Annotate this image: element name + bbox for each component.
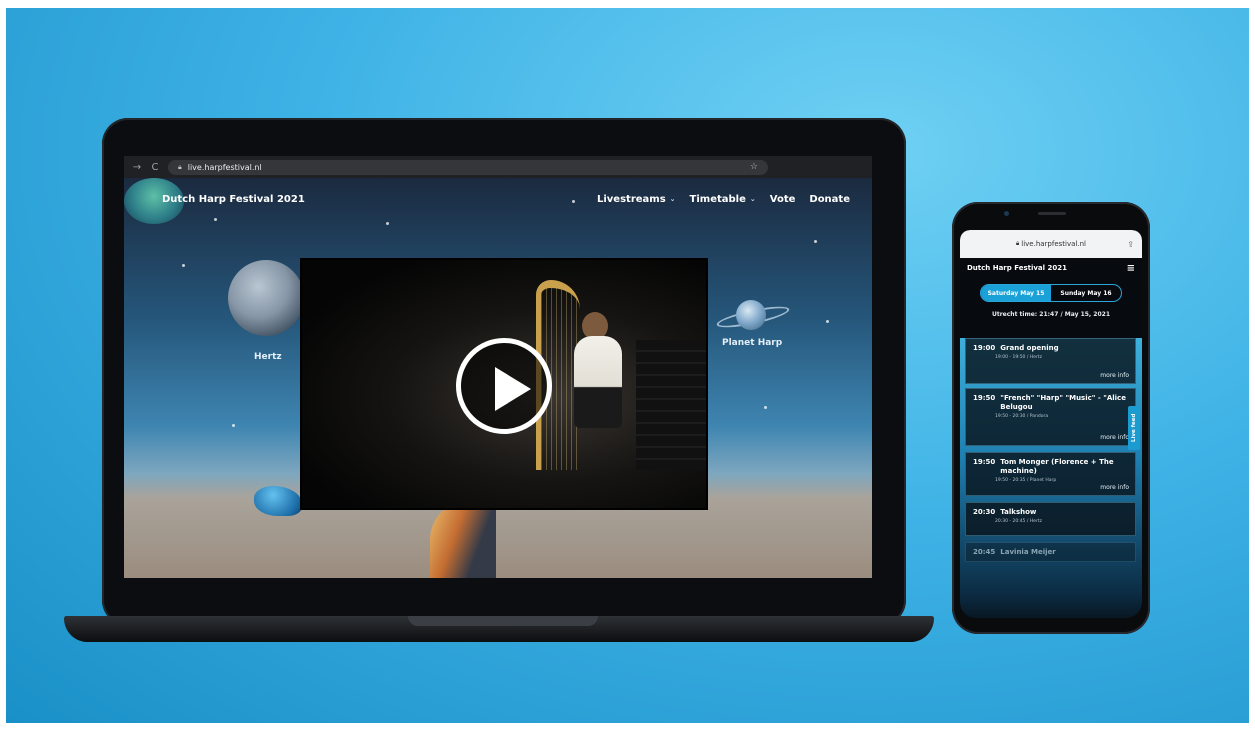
event-title: Lavinia Meijer — [1000, 548, 1056, 556]
menu-donate[interactable]: Donate — [809, 194, 850, 205]
lock-icon: 🔒︎ — [178, 162, 182, 171]
list-item[interactable]: 19:50 Tom Monger (Florence + The machine)… — [965, 452, 1136, 496]
star-dot — [826, 320, 829, 323]
day-toggle: Saturday May 15 Sunday May 16 — [980, 284, 1122, 302]
event-time: 20:45 — [973, 548, 996, 556]
laptop-notch — [408, 616, 598, 626]
harp-sculpture — [430, 500, 496, 578]
address-bar-url: live.harpfestival.nl — [187, 162, 262, 172]
chevron-down-icon: ⌄ — [669, 195, 676, 203]
star-dot — [214, 218, 217, 221]
menu-livestreams-label: Livestreams — [596, 193, 666, 205]
planet-hertz[interactable] — [228, 260, 304, 336]
schedule-list: 19:00 Grand opening 19:00 - 19:50 / Hertz… — [960, 338, 1142, 618]
event-title: "French" "Harp" "Music" - "Alice Belugou — [1000, 394, 1126, 412]
live-feed-tab[interactable]: Live feed — [1128, 406, 1140, 450]
chevron-down-icon: ⌄ — [749, 195, 756, 203]
phone-brand[interactable]: Dutch Harp Festival 2021 — [967, 264, 1127, 272]
event-title: Talkshow — [1000, 508, 1037, 516]
laptop-screen: → C 🔒︎ live.harpfestival.nl ☆ Hertz Plan… — [124, 156, 872, 578]
planet-label-harp[interactable]: Planet Harp — [722, 338, 782, 348]
menu-timetable[interactable]: Timetable ⌄ — [690, 194, 756, 205]
phone-url: live.harpfestival.nl — [1021, 240, 1086, 248]
hamburger-icon[interactable]: ≡ — [1127, 263, 1135, 274]
menu-timetable-label: Timetable — [689, 193, 746, 205]
planet-label-hertz[interactable]: Hertz — [254, 352, 282, 362]
browser-toolbar: → C 🔒︎ live.harpfestival.nl ☆ — [124, 156, 872, 178]
site-brand[interactable]: Dutch Harp Festival 2021 — [162, 194, 597, 205]
list-item[interactable]: 20:30 Talkshow 20:30 - 20:45 / Hertz — [965, 502, 1136, 536]
more-info-link[interactable]: more info — [1100, 434, 1129, 441]
share-icon[interactable]: ⇪ — [1127, 240, 1134, 249]
event-sub: 19:50 - 20:35 / Planet Harp — [995, 478, 1057, 484]
tab-saturday[interactable]: Saturday May 15 — [981, 285, 1051, 301]
phone-frame: 🔒︎ live.harpfestival.nl ⇪ Dutch Harp Fes… — [952, 202, 1150, 634]
list-item[interactable]: 19:00 Grand opening 19:00 - 19:50 / Hertz… — [965, 338, 1136, 384]
menu-livestreams[interactable]: Livestreams ⌄ — [597, 194, 676, 205]
festival-site: Hertz Planet Harp Dutch Harp Festival 20… — [124, 178, 872, 578]
back-arrow-icon[interactable]: → — [132, 162, 142, 173]
event-time: 20:30 — [973, 508, 996, 516]
event-time: 19:50 — [973, 394, 996, 402]
menu-vote[interactable]: Vote — [770, 194, 796, 205]
tab-sunday[interactable]: Sunday May 16 — [1051, 285, 1121, 301]
phone-screen: 🔒︎ live.harpfestival.nl ⇪ Dutch Harp Fes… — [960, 230, 1142, 618]
event-sub: 19:50 - 20:30 / Pandora — [995, 414, 1049, 420]
utrecht-time: Utrecht time: 21:47 / May 15, 2021 — [991, 311, 1110, 318]
play-button[interactable] — [456, 338, 552, 434]
star-dot — [764, 406, 767, 409]
event-title: Tom Monger (Florence + The machine) — [1000, 458, 1114, 476]
event-time: 19:50 — [973, 458, 996, 466]
site-nav: Dutch Harp Festival 2021 Livestreams ⌄ T… — [124, 190, 872, 208]
event-sub: 19:00 - 19:50 / Hertz — [995, 355, 1042, 361]
planet-harp[interactable] — [736, 300, 766, 330]
blue-rock — [254, 486, 302, 516]
star-dot — [814, 240, 817, 243]
camera-icon — [1004, 211, 1009, 216]
phone-address-bar[interactable]: 🔒︎ live.harpfestival.nl ⇪ — [960, 230, 1142, 258]
phone-header: Dutch Harp Festival 2021 ≡ — [960, 258, 1142, 278]
hero-scene: → C 🔒︎ live.harpfestival.nl ☆ Hertz Plan… — [6, 8, 1249, 723]
address-bar[interactable]: 🔒︎ live.harpfestival.nl ☆ — [168, 159, 768, 175]
reload-icon[interactable]: C — [150, 162, 160, 173]
more-info-link[interactable]: more info — [1100, 484, 1129, 491]
harpist-image — [574, 336, 622, 428]
event-time: 19:00 — [973, 344, 996, 352]
phone-lock-icon: 🔒︎ — [1016, 240, 1020, 247]
list-item[interactable]: 20:45 Lavinia Meijer — [965, 542, 1136, 562]
play-icon — [495, 367, 531, 411]
star-dot — [182, 264, 185, 267]
video-player[interactable] — [300, 258, 708, 510]
phone-speaker — [1038, 212, 1066, 215]
more-info-link[interactable]: more info — [1100, 372, 1129, 379]
list-item[interactable]: 19:50 "French" "Harp" "Music" - "Alice Be… — [965, 388, 1136, 446]
star-dot — [232, 424, 235, 427]
event-sub: 20:30 - 20:45 / Hertz — [995, 519, 1042, 525]
star-icon[interactable]: ☆ — [750, 162, 758, 172]
event-title: Grand opening — [1000, 344, 1059, 352]
site-menu: Livestreams ⌄ Timetable ⌄ Vote Donate — [597, 194, 850, 205]
star-dot — [386, 222, 389, 225]
stage-stairs — [636, 340, 706, 470]
